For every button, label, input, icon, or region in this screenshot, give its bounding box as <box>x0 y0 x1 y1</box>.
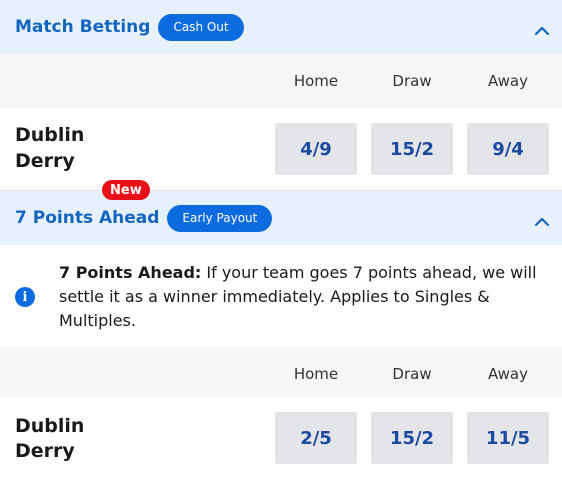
odds-away-button[interactable]: 11/5 <box>467 412 549 464</box>
column-away: Away <box>488 72 528 90</box>
section-title: Match Betting <box>15 17 151 37</box>
odds-draw-button[interactable]: 15/2 <box>371 412 453 464</box>
column-draw: Draw <box>392 72 432 90</box>
column-headers: Home Draw Away <box>0 347 562 401</box>
odds-draw-button[interactable]: 15/2 <box>371 123 453 175</box>
odds-home-button[interactable]: 4/9 <box>275 123 357 175</box>
team-home-name: Dublin <box>15 415 85 437</box>
chevron-up-icon[interactable] <box>534 214 550 230</box>
match-betting-header[interactable]: Match Betting Cash Out <box>0 0 562 54</box>
cash-out-badge: Cash Out <box>158 13 244 41</box>
section-title: 7 Points Ahead <box>15 208 160 228</box>
odds-away-button[interactable]: 9/4 <box>467 123 549 175</box>
odds-home-button[interactable]: 2/5 <box>275 412 357 464</box>
column-home: Home <box>293 365 339 383</box>
team-away-name: Derry <box>15 440 75 462</box>
column-headers: Home Draw Away <box>0 54 562 108</box>
match-row: Dublin Derry 4/9 15/2 9/4 <box>0 108 562 190</box>
info-icon: i <box>15 287 35 307</box>
team-home-name: Dublin <box>15 124 85 146</box>
seven-points-ahead-header[interactable]: 7 Points Ahead Early Payout New <box>0 180 562 245</box>
chevron-up-icon[interactable] <box>534 23 550 39</box>
column-home: Home <box>293 72 339 90</box>
column-draw: Draw <box>392 365 432 383</box>
info-message: i 7 Points Ahead: If your team goes 7 po… <box>0 245 562 347</box>
info-text-bold: 7 Points Ahead: <box>59 263 202 282</box>
new-badge: New <box>102 180 150 200</box>
info-text: 7 Points Ahead: If your team goes 7 poin… <box>59 261 554 333</box>
column-away: Away <box>488 365 528 383</box>
early-payout-badge: Early Payout <box>167 204 273 232</box>
team-away-name: Derry <box>15 150 75 172</box>
match-row: Dublin Derry 2/5 15/2 11/5 <box>0 397 562 479</box>
